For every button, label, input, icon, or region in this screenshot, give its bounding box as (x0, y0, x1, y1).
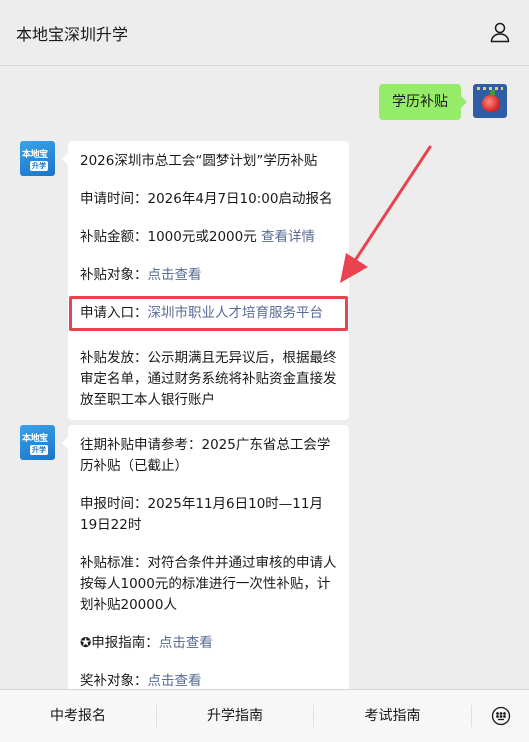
menu-zhongkao-signup[interactable]: 中考报名 (0, 705, 157, 727)
incoming-message-1: 本地宝 升学 2026深圳市总工会“圆梦计划”学历补贴 申请时间：2026年4月… (20, 141, 349, 420)
user-avatar[interactable] (473, 84, 507, 118)
apply-time: 申请时间：2026年4月7日10:00启动报名 (80, 191, 333, 207)
reward-target-label: 奖补对象： (80, 673, 148, 689)
highlighted-entry: 申请入口：深圳市职业人才培育服务平台 (69, 296, 348, 331)
amount-text: 补贴金额：1000元或2000元 (80, 229, 257, 245)
menu-school-guide[interactable]: 升学指南 (157, 705, 314, 727)
reward-target-line: 奖补对象：点击查看 (80, 671, 337, 689)
release-text: 补贴发放：公示期满且无异议后，根据最终审定名单，通过财务系统将补贴资金直接发放至… (80, 350, 337, 408)
sparkle-decoration (477, 87, 503, 90)
amount-line: 补贴金额：1000元或2000元 查看详情 (80, 227, 337, 248)
outgoing-message: 学历补贴 (379, 84, 507, 120)
guide-label: ✪申报指南： (80, 635, 159, 651)
report-time: 申报时间：2025年11月6日10时—11月19日22时 (80, 496, 323, 533)
bot-avatar-subtext: 升学 (30, 161, 48, 171)
guide-link[interactable]: 点击查看 (159, 635, 213, 651)
menu-exam-guide[interactable]: 考试指南 (314, 705, 472, 727)
target-line: 补贴对象：点击查看 (80, 265, 337, 286)
reward-target-link[interactable]: 点击查看 (148, 673, 202, 689)
entry-label: 申请入口： (80, 305, 148, 321)
chat-header: 本地宝深圳升学 (0, 0, 529, 66)
message-title: 往期补贴申请参考：2025广东省总工会学历补贴（已截止） (80, 437, 331, 474)
message-bubble: 往期补贴申请参考：2025广东省总工会学历补贴（已截止） 申报时间：2025年1… (62, 425, 349, 689)
target-link[interactable]: 点击查看 (148, 267, 202, 283)
message-bubble: 2026深圳市总工会“圆梦计划”学历补贴 申请时间：2026年4月7日10:00… (62, 141, 349, 420)
guide-line: ✪申报指南：点击查看 (80, 633, 337, 654)
bot-avatar-subtext: 升学 (30, 445, 48, 455)
entry-link[interactable]: 深圳市职业人才培育服务平台 (148, 305, 324, 321)
chat-title: 本地宝深圳升学 (16, 25, 129, 44)
amount-detail-link[interactable]: 查看详情 (261, 229, 315, 245)
bottom-menu: 中考报名 升学指南 考试指南 (0, 689, 529, 742)
bot-avatar-text: 本地宝 (22, 150, 48, 160)
user-icon[interactable] (489, 21, 511, 43)
incoming-message-2: 本地宝 升学 往期补贴申请参考：2025广东省总工会学历补贴（已截止） 申报时间… (20, 425, 349, 689)
subsidy-standard: 补贴标准：对符合条件并通过审核的申请人按每人1000元的标准进行一次性补贴，计划… (80, 555, 337, 613)
target-label: 补贴对象： (80, 267, 148, 283)
bot-avatar[interactable]: 本地宝 升学 (20, 425, 55, 460)
outgoing-bubble: 学历补贴 (379, 84, 467, 120)
bot-avatar[interactable]: 本地宝 升学 (20, 141, 55, 176)
chat-area[interactable]: 学历补贴 本地宝 升学 2026深圳市总工会“圆梦计划”学历补贴 申请时间：20… (0, 67, 529, 689)
keyboard-button[interactable] (472, 706, 529, 726)
apple-icon (482, 95, 500, 112)
message-title: 2026深圳市总工会“圆梦计划”学历补贴 (80, 153, 318, 169)
bot-avatar-text: 本地宝 (22, 434, 48, 444)
keyboard-icon (491, 706, 510, 726)
